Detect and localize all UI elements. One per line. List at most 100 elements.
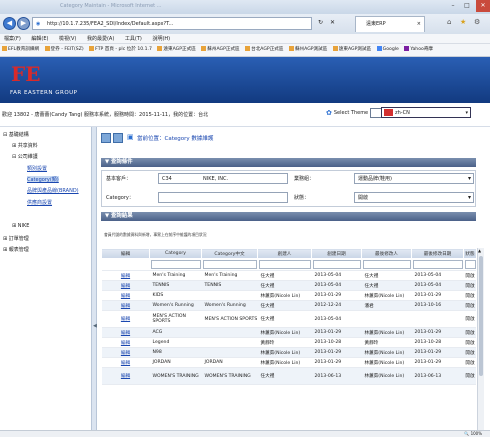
table-row: 編輯 Men's Training Men's Training 任大禮 201…: [101, 270, 476, 281]
browser-status-bar: 🔍 100%: [0, 430, 490, 437]
results-grid: 編輯 Category Category中文 創建人 創建日期 最後修改人 最後…: [101, 248, 476, 433]
status-select[interactable]: 開啟: [354, 192, 474, 203]
forward-button[interactable]: ▶: [17, 17, 30, 30]
nav-item-category-setup[interactable]: 類別設置: [27, 165, 47, 172]
edit-link[interactable]: 編輯: [101, 367, 150, 385]
column-header-creator[interactable]: 創建人: [257, 248, 312, 259]
nav-item-order-management[interactable]: ⊞ 訂單管理: [3, 235, 29, 242]
edit-link[interactable]: 編輯: [101, 337, 150, 348]
language-dropdown[interactable]: zh-CN ▾: [381, 107, 471, 118]
favorite-item[interactable]: Google: [376, 46, 399, 52]
favorite-item[interactable]: 蘇州AGP測試區: [288, 46, 327, 52]
back-button[interactable]: ◀: [3, 17, 16, 30]
nav-item-nike[interactable]: ⊞ NIKE: [12, 223, 29, 229]
filter-created-date-input[interactable]: [312, 260, 361, 269]
home-icon[interactable]: ⌂: [447, 18, 451, 26]
menu-view[interactable]: 檢視(V): [59, 36, 76, 42]
column-header-category[interactable]: Category: [149, 248, 202, 259]
cell-status: 開啟: [463, 270, 476, 281]
filter-cell: [411, 258, 464, 271]
customer-field[interactable]: C34 NIKE, INC.: [158, 173, 288, 184]
language-value: zh-CN: [395, 110, 410, 116]
filter-modified-date-input[interactable]: [412, 260, 463, 269]
favorite-item[interactable]: 台北AGP正式區: [245, 46, 283, 52]
collapse-arrow-icon[interactable]: ◀: [93, 323, 97, 329]
stop-icon[interactable]: ✕: [330, 19, 335, 26]
favorite-item[interactable]: EFL教育訓練網: [2, 46, 39, 52]
column-header-modifier[interactable]: 最後修改人: [361, 248, 412, 259]
edit-link[interactable]: 編輯: [101, 357, 150, 368]
edit-link[interactable]: 編輯: [101, 300, 150, 311]
nav-item-company-maintain[interactable]: ⊟ 公司維護: [12, 153, 38, 160]
favorite-item[interactable]: FTP 首頁 - plc 位於 10.1.7: [89, 46, 152, 52]
nav-splitter[interactable]: ◀: [92, 127, 97, 433]
cell-modified-date: 2013-01-29: [411, 290, 464, 301]
favorite-item[interactable]: 登券 - FEIT(SZ): [44, 46, 84, 52]
edit-link[interactable]: 編輯: [101, 347, 150, 358]
grid-scrollbar[interactable]: ▲: [477, 248, 484, 433]
browser-tab[interactable]: 遠東ERP ×: [355, 16, 425, 32]
edit-link[interactable]: 編輯: [101, 280, 150, 291]
favorite-icon: [332, 46, 338, 51]
menu-edit[interactable]: 編輯(E): [31, 36, 48, 42]
edit-link[interactable]: 編輯: [101, 310, 150, 328]
nav-item-shared-data[interactable]: ⊞ 共享資料: [12, 142, 38, 149]
cell-creator: 任大禮: [257, 367, 312, 385]
nav-item-brand[interactable]: 品牌與產品線(BRAND): [27, 187, 79, 194]
favorite-item[interactable]: 遠東AGP測試區: [332, 46, 371, 52]
filter-modifier-input[interactable]: [362, 260, 411, 269]
filter-cell: [361, 258, 412, 271]
column-header-created-date[interactable]: 創建日期: [311, 248, 362, 259]
filter-cell: [463, 258, 476, 271]
gear-icon[interactable]: ⚙: [474, 18, 480, 26]
nav-item-category[interactable]: Category(類): [27, 176, 59, 183]
business-group-select[interactable]: 運動品牌(鞋用): [354, 173, 474, 184]
favorite-item[interactable]: 遠東AGP正式區: [157, 46, 196, 52]
favorite-item[interactable]: Yahoo奇摩: [404, 46, 433, 52]
zoom-level[interactable]: 100%: [471, 431, 482, 436]
minimize-button[interactable]: –: [446, 0, 460, 12]
filter-creator-input[interactable]: [258, 260, 311, 269]
column-header-modified-date[interactable]: 最後修改日期: [411, 248, 464, 259]
column-header-edit[interactable]: 編輯: [101, 248, 150, 259]
cell-category: Women's Running: [149, 300, 202, 311]
company-logo: FE: [11, 62, 41, 86]
category-input[interactable]: [158, 192, 288, 203]
filter-cell: [257, 258, 312, 271]
edit-link[interactable]: 編輯: [101, 327, 150, 338]
filter-category-input[interactable]: [150, 260, 201, 269]
filter-status-input[interactable]: [464, 260, 476, 269]
column-header-status[interactable]: 狀態: [463, 248, 476, 259]
cell-modified-date: 2013-10-16: [411, 300, 464, 311]
edit-link[interactable]: 編輯: [101, 290, 150, 301]
cell-creator: 林蕙茹(Nicole Lin): [257, 327, 312, 338]
scroll-thumb[interactable]: [479, 256, 483, 376]
cell-modified-date: [411, 310, 464, 328]
nav-item-report-management[interactable]: ⊞ 報表管理: [3, 246, 29, 253]
column-header-category-cn[interactable]: Category中文: [201, 248, 258, 259]
edit-link[interactable]: 編輯: [101, 270, 150, 281]
menu-file[interactable]: 檔案(F): [4, 36, 21, 42]
toolbar-button-1[interactable]: [101, 133, 111, 143]
nav-item-basic-structure[interactable]: ⊟ 基礎結構: [3, 131, 29, 138]
filter-category-cn-input[interactable]: [202, 260, 257, 269]
favorites-star-icon[interactable]: ★: [460, 18, 466, 26]
menu-tools[interactable]: 工具(T): [125, 36, 142, 42]
table-row: 編輯 KIDS 林蕙茹(Nicole Lin) 2013-01-29 林蕙茹(N…: [101, 290, 476, 301]
cell-category: JORDAN: [149, 357, 202, 368]
tab-close-icon[interactable]: ×: [417, 17, 421, 32]
cell-status: 開啟: [463, 280, 476, 291]
refresh-icon[interactable]: ↻: [318, 19, 323, 26]
scroll-up-icon[interactable]: ▲: [478, 248, 481, 253]
maximize-button[interactable]: □: [460, 0, 474, 12]
nav-item-supplier[interactable]: 供應商設置: [27, 199, 52, 206]
page-position: 當前位置：Category 數據維護: [137, 136, 214, 142]
window-titlebar: Category Maintain - Microsoft Internet .…: [0, 0, 490, 14]
toolbar-button-2[interactable]: [113, 133, 123, 143]
close-window-button[interactable]: ✕: [476, 0, 490, 12]
menu-favorites[interactable]: 我的最愛(A): [87, 36, 114, 42]
cell-category-cn: Women's Running: [201, 300, 258, 311]
menu-help[interactable]: 說明(H): [152, 36, 170, 42]
url-input[interactable]: ◉ http://10.1.7.235/FEA2_SDI/Index/Defau…: [32, 17, 312, 30]
favorite-item[interactable]: 蘇州AGP正式區: [201, 46, 240, 52]
